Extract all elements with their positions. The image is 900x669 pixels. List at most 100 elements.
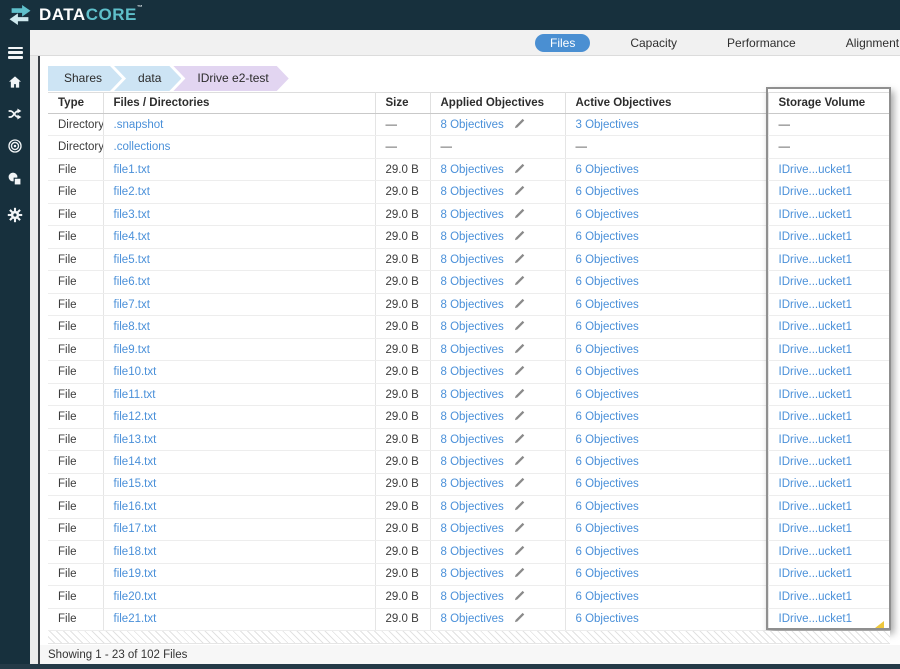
applied-objectives-link[interactable]: 8 Objectives [441, 411, 504, 423]
storage-volume-link[interactable]: IDrive...ucket1 [779, 478, 853, 490]
edit-objectives-icon[interactable] [514, 433, 525, 447]
edit-objectives-icon[interactable] [514, 365, 525, 379]
active-objectives-link[interactable]: 6 Objectives [576, 276, 639, 288]
edit-objectives-icon[interactable] [514, 410, 525, 424]
applied-objectives-link[interactable]: 8 Objectives [441, 501, 504, 513]
file-name-link[interactable]: file21.txt [114, 613, 157, 625]
active-objectives-link[interactable]: 3 Objectives [576, 119, 639, 131]
edit-objectives-icon[interactable] [514, 343, 525, 357]
active-objectives-link[interactable]: 6 Objectives [576, 389, 639, 401]
storage-volume-link[interactable]: IDrive...ucket1 [779, 501, 853, 513]
file-name-link[interactable]: file1.txt [114, 164, 150, 176]
active-objectives-link[interactable]: 6 Objectives [576, 501, 639, 513]
tab-capacity[interactable]: Capacity [620, 34, 687, 52]
edit-objectives-icon[interactable] [514, 455, 525, 469]
file-name-link[interactable]: file3.txt [114, 209, 150, 221]
applied-objectives-link[interactable]: 8 Objectives [441, 119, 504, 131]
applied-objectives-link[interactable]: 8 Objectives [441, 164, 504, 176]
file-name-link[interactable]: file13.txt [114, 434, 157, 446]
breadcrumb-item-shares[interactable]: Shares [48, 66, 122, 91]
applied-objectives-link[interactable]: 8 Objectives [441, 568, 504, 580]
objectives-icon[interactable] [6, 137, 24, 155]
active-objectives-link[interactable]: 6 Objectives [576, 299, 639, 311]
edit-objectives-icon[interactable] [514, 522, 525, 536]
edit-objectives-icon[interactable] [514, 185, 525, 199]
file-name-link[interactable]: file10.txt [114, 366, 157, 378]
edit-objectives-icon[interactable] [514, 208, 525, 222]
edit-objectives-icon[interactable] [514, 567, 525, 581]
edit-objectives-icon[interactable] [514, 545, 525, 559]
active-objectives-link[interactable]: 6 Objectives [576, 523, 639, 535]
file-name-link[interactable]: file14.txt [114, 456, 157, 468]
file-name-link[interactable]: .collections [114, 141, 171, 153]
applied-objectives-link[interactable]: 8 Objectives [441, 478, 504, 490]
storage-volume-link[interactable]: IDrive...ucket1 [779, 434, 853, 446]
storage-volume-link[interactable]: IDrive...ucket1 [779, 276, 853, 288]
active-objectives-link[interactable]: 6 Objectives [576, 546, 639, 558]
file-name-link[interactable]: file19.txt [114, 568, 157, 580]
applied-objectives-link[interactable]: 8 Objectives [441, 366, 504, 378]
applied-objectives-link[interactable]: 8 Objectives [441, 186, 504, 198]
file-name-link[interactable]: file6.txt [114, 276, 150, 288]
applied-objectives-link[interactable]: 8 Objectives [441, 299, 504, 311]
storage-volume-link[interactable]: IDrive...ucket1 [779, 546, 853, 558]
edit-objectives-icon[interactable] [514, 230, 525, 244]
edit-objectives-icon[interactable] [514, 275, 525, 289]
active-objectives-link[interactable]: 6 Objectives [576, 613, 639, 625]
column-header-files-directories[interactable]: Files / Directories [103, 92, 376, 114]
column-header-storage-volume[interactable]: Storage Volume [768, 92, 891, 114]
column-header-type[interactable]: Type [48, 92, 104, 114]
file-name-link[interactable]: file12.txt [114, 411, 157, 423]
storage-volume-link[interactable]: IDrive...ucket1 [779, 344, 853, 356]
storage-volume-link[interactable]: IDrive...ucket1 [779, 411, 853, 423]
breadcrumb-item-idrive-e2-test[interactable]: IDrive e2-test [173, 66, 288, 91]
volumes-icon[interactable] [6, 170, 24, 188]
active-objectives-link[interactable]: 6 Objectives [576, 478, 639, 490]
applied-objectives-link[interactable]: 8 Objectives [441, 321, 504, 333]
active-objectives-link[interactable]: 6 Objectives [576, 434, 639, 446]
storage-volume-link[interactable]: IDrive...ucket1 [779, 389, 853, 401]
applied-objectives-link[interactable]: 8 Objectives [441, 523, 504, 535]
applied-objectives-link[interactable]: 8 Objectives [441, 546, 504, 558]
file-name-link[interactable]: file16.txt [114, 501, 157, 513]
column-header-size[interactable]: Size [375, 92, 431, 114]
edit-objectives-icon[interactable] [514, 590, 525, 604]
edit-objectives-icon[interactable] [514, 118, 525, 132]
storage-volume-link[interactable]: IDrive...ucket1 [779, 568, 853, 580]
applied-objectives-link[interactable]: 8 Objectives [441, 209, 504, 221]
storage-volume-link[interactable]: IDrive...ucket1 [779, 254, 853, 266]
active-objectives-link[interactable]: 6 Objectives [576, 366, 639, 378]
storage-volume-link[interactable]: IDrive...ucket1 [779, 209, 853, 221]
file-name-link[interactable]: file2.txt [114, 186, 150, 198]
file-name-link[interactable]: file17.txt [114, 523, 157, 535]
file-name-link[interactable]: file5.txt [114, 254, 150, 266]
applied-objectives-link[interactable]: 8 Objectives [441, 613, 504, 625]
file-name-link[interactable]: file11.txt [114, 389, 156, 401]
applied-objectives-link[interactable]: 8 Objectives [441, 434, 504, 446]
applied-objectives-link[interactable]: 8 Objectives [441, 456, 504, 468]
edit-objectives-icon[interactable] [514, 500, 525, 514]
applied-objectives-link[interactable]: 8 Objectives [441, 231, 504, 243]
storage-volume-link[interactable]: IDrive...ucket1 [779, 456, 853, 468]
storage-volume-link[interactable]: IDrive...ucket1 [779, 523, 853, 535]
storage-volume-link[interactable]: IDrive...ucket1 [779, 366, 853, 378]
tab-performance[interactable]: Performance [717, 34, 806, 52]
storage-volume-link[interactable]: IDrive...ucket1 [779, 321, 853, 333]
active-objectives-link[interactable]: 6 Objectives [576, 591, 639, 603]
file-name-link[interactable]: file4.txt [114, 231, 150, 243]
applied-objectives-link[interactable]: 8 Objectives [441, 276, 504, 288]
file-name-link[interactable]: .snapshot [114, 119, 164, 131]
column-header-active-objectives[interactable]: Active Objectives [565, 92, 769, 114]
active-objectives-link[interactable]: 6 Objectives [576, 186, 639, 198]
active-objectives-link[interactable]: 6 Objectives [576, 411, 639, 423]
active-objectives-link[interactable]: 6 Objectives [576, 456, 639, 468]
edit-objectives-icon[interactable] [514, 320, 525, 334]
applied-objectives-link[interactable]: 8 Objectives [441, 344, 504, 356]
breadcrumb-item-data[interactable]: data [114, 66, 181, 91]
storage-volume-link[interactable]: IDrive...ucket1 [779, 299, 853, 311]
applied-objectives-link[interactable]: 8 Objectives [441, 591, 504, 603]
edit-objectives-icon[interactable] [514, 163, 525, 177]
storage-volume-link[interactable]: IDrive...ucket1 [779, 613, 853, 625]
active-objectives-link[interactable]: 6 Objectives [576, 164, 639, 176]
edit-objectives-icon[interactable] [514, 612, 525, 626]
